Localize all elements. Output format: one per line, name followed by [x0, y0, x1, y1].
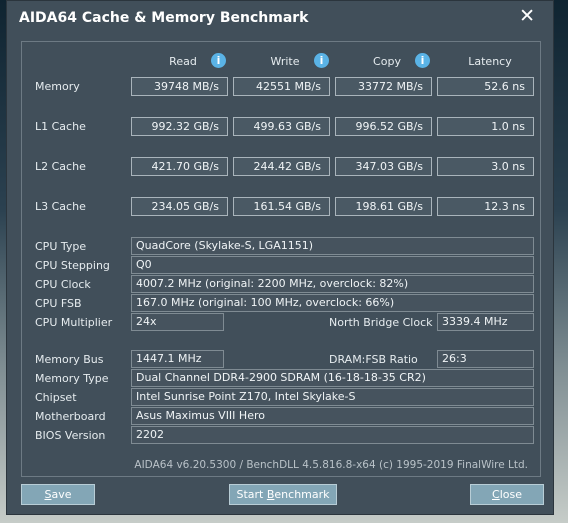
- cpu-clock-value: 4007.2 MHz (original: 2200 MHz, overcloc…: [131, 275, 534, 293]
- chipset-value: Intel Sunrise Point Z170, Intel Skylake-…: [131, 388, 534, 406]
- close-button-hotkey: C: [492, 488, 500, 501]
- l3-write-value: 161.54 GB/s: [233, 197, 330, 216]
- l1-write-value: 499.63 GB/s: [233, 117, 330, 136]
- l2-copy-value: 347.03 GB/s: [335, 157, 432, 176]
- cpu-clock-label: CPU Clock: [35, 278, 91, 291]
- copy-column-header: Copy: [373, 55, 401, 68]
- dram-fsb-ratio-label: DRAM:FSB Ratio: [329, 353, 418, 366]
- close-icon[interactable]: ✕: [519, 5, 535, 27]
- memory-bus-label: Memory Bus: [35, 353, 104, 366]
- l1-copy-value: 996.52 GB/s: [335, 117, 432, 136]
- motherboard-label: Motherboard: [35, 410, 106, 423]
- copy-info-icon[interactable]: i: [415, 53, 430, 68]
- latency-column-header: Latency: [468, 55, 512, 68]
- read-column-header: Read: [169, 55, 197, 68]
- l2-write-value: 244.42 GB/s: [233, 157, 330, 176]
- memory-type-value: Dual Channel DDR4-2900 SDRAM (16-18-18-3…: [131, 369, 534, 387]
- memory-copy-value: 33772 MB/s: [335, 77, 432, 96]
- l1-row-label: L1 Cache: [35, 120, 86, 133]
- cpu-type-value: QuadCore (Skylake-S, LGA1151): [131, 237, 534, 255]
- write-column-header: Write: [270, 55, 300, 68]
- start-benchmark-label-start: Start: [236, 488, 267, 501]
- dram-fsb-ratio-value: 26:3: [437, 350, 534, 368]
- cpu-fsb-label: CPU FSB: [35, 297, 82, 310]
- version-credit: AIDA64 v6.20.5300 / BenchDLL 4.5.816.8-x…: [134, 459, 528, 471]
- bios-version-label: BIOS Version: [35, 429, 106, 442]
- cpu-type-label: CPU Type: [35, 240, 87, 253]
- l3-copy-value: 198.61 GB/s: [335, 197, 432, 216]
- motherboard-value: Asus Maximus VIII Hero: [131, 407, 534, 425]
- read-info-icon[interactable]: i: [211, 53, 226, 68]
- cpu-fsb-value: 167.0 MHz (original: 100 MHz, overclock:…: [131, 294, 534, 312]
- window-title: AIDA64 Cache & Memory Benchmark: [19, 10, 309, 26]
- l2-latency-value: 3.0 ns: [437, 157, 534, 176]
- cpu-stepping-value: Q0: [131, 256, 534, 274]
- memory-latency-value: 52.6 ns: [437, 77, 534, 96]
- north-bridge-clock-value: 3339.4 MHz: [437, 313, 534, 331]
- cpu-multiplier-label: CPU Multiplier: [35, 316, 113, 329]
- l2-row-label: L2 Cache: [35, 160, 86, 173]
- title-bar[interactable]: AIDA64 Cache & Memory Benchmark ✕: [7, 1, 553, 35]
- start-benchmark-label-rest: enchmark: [274, 488, 330, 501]
- save-button[interactable]: Save: [21, 484, 95, 505]
- bios-version-value: 2202: [131, 426, 534, 444]
- l3-row-label: L3 Cache: [35, 200, 86, 213]
- memory-write-value: 42551 MB/s: [233, 77, 330, 96]
- l1-read-value: 992.32 GB/s: [131, 117, 228, 136]
- results-panel: Read i Write i Copy i Latency Memory 397…: [21, 41, 541, 477]
- cpu-stepping-label: CPU Stepping: [35, 259, 110, 272]
- l1-latency-value: 1.0 ns: [437, 117, 534, 136]
- start-benchmark-button[interactable]: Start Benchmark: [229, 484, 337, 505]
- north-bridge-clock-label: North Bridge Clock: [329, 316, 433, 329]
- benchmark-window: AIDA64 Cache & Memory Benchmark ✕ Read i…: [6, 0, 554, 515]
- l3-read-value: 234.05 GB/s: [131, 197, 228, 216]
- write-info-icon[interactable]: i: [314, 53, 329, 68]
- chipset-label: Chipset: [35, 391, 77, 404]
- save-button-label: ave: [51, 488, 72, 501]
- close-button[interactable]: Close: [470, 484, 544, 505]
- memory-bus-value: 1447.1 MHz: [131, 350, 224, 368]
- l2-read-value: 421.70 GB/s: [131, 157, 228, 176]
- l3-latency-value: 12.3 ns: [437, 197, 534, 216]
- close-button-label: lose: [499, 488, 522, 501]
- memory-type-label: Memory Type: [35, 372, 109, 385]
- cpu-multiplier-value: 24x: [131, 313, 224, 331]
- memory-row-label: Memory: [35, 80, 80, 93]
- memory-read-value: 39748 MB/s: [131, 77, 228, 96]
